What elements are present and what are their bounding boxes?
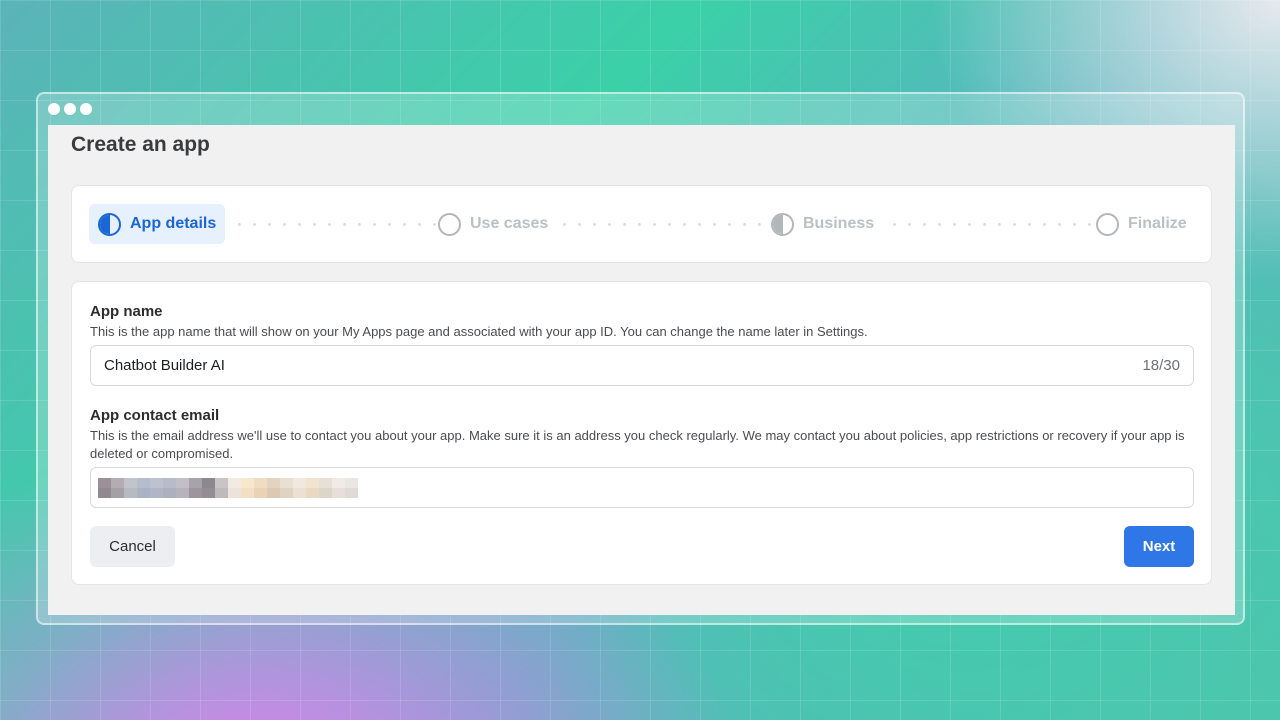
window-control-dot[interactable] bbox=[64, 103, 76, 115]
step-business[interactable]: Business bbox=[762, 204, 883, 244]
browser-window: Create an app App details Use cases Busi… bbox=[36, 92, 1245, 625]
create-app-page: Create an app App details Use cases Busi… bbox=[48, 125, 1235, 615]
step-finalize[interactable]: Finalize bbox=[1087, 204, 1196, 244]
contact-email-description: This is the email address we'll use to c… bbox=[90, 428, 1185, 461]
page-title: Create an app bbox=[71, 133, 210, 156]
progress-stepper: App details Use cases Business Finalize bbox=[71, 185, 1212, 263]
step-app-details[interactable]: App details bbox=[89, 204, 226, 244]
app-name-description: This is the app name that will show on y… bbox=[90, 324, 868, 339]
window-control-dot[interactable] bbox=[80, 103, 92, 115]
step-use-cases[interactable]: Use cases bbox=[429, 204, 557, 244]
app-name-value: Chatbot Builder AI bbox=[104, 357, 225, 374]
cancel-button[interactable]: Cancel bbox=[90, 526, 175, 567]
step-label: Business bbox=[803, 215, 875, 232]
app-name-input[interactable]: Chatbot Builder AI 18/30 bbox=[90, 345, 1194, 386]
app-form: App name This is the app name that will … bbox=[71, 281, 1212, 585]
redacted-email-pixelation bbox=[98, 477, 358, 498]
step-connector bbox=[557, 223, 762, 226]
empty-circle-icon bbox=[438, 212, 461, 236]
character-counter: 18/30 bbox=[1142, 357, 1180, 374]
window-control-dot[interactable] bbox=[48, 103, 60, 115]
contact-email-input[interactable] bbox=[90, 467, 1194, 508]
step-label: Use cases bbox=[470, 215, 549, 232]
half-circle-icon bbox=[771, 212, 794, 236]
next-button[interactable]: Next bbox=[1124, 526, 1194, 567]
contact-email-label: App contact email bbox=[90, 407, 220, 424]
window-controls bbox=[48, 103, 92, 115]
app-name-label: App name bbox=[90, 303, 163, 320]
step-label: Finalize bbox=[1128, 215, 1187, 232]
empty-circle-icon bbox=[1096, 212, 1119, 236]
step-connector bbox=[887, 223, 1092, 226]
half-circle-icon bbox=[98, 212, 121, 236]
step-label: App details bbox=[130, 215, 217, 232]
step-connector bbox=[232, 223, 437, 226]
